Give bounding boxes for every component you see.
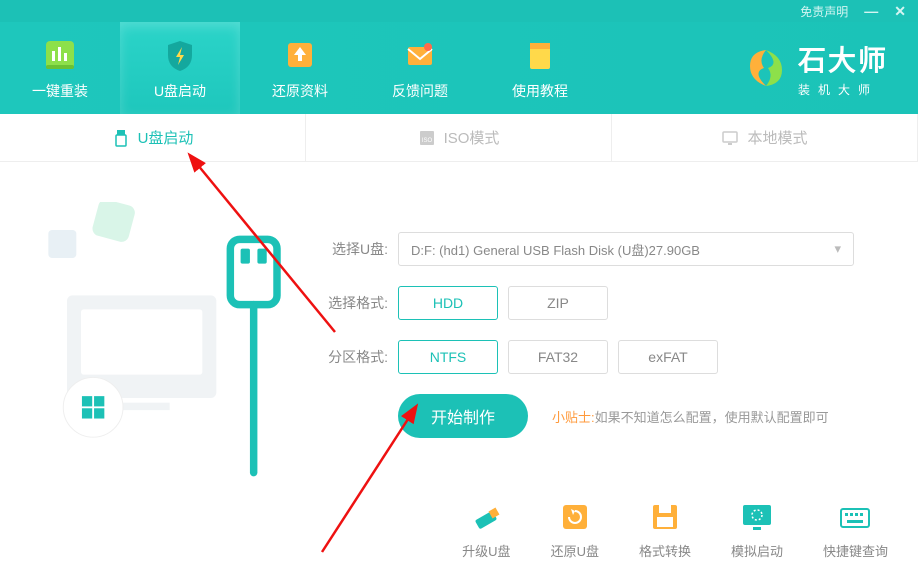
usb-select[interactable]: D:F: (hd1) General USB Flash Disk (U盘)27… [398, 232, 854, 266]
monitor-icon [739, 499, 775, 535]
monitor-icon [721, 129, 739, 147]
usb-select-label: 选择U盘: [318, 239, 388, 259]
main-header: 一键重装 U盘启动 还原资料 反馈问题 使用教程 石大师 装机大师 [0, 22, 918, 114]
brand-subtitle: 装机大师 [798, 81, 888, 98]
usb-select-value: D:F: (hd1) General USB Flash Disk (U盘)27… [411, 240, 700, 259]
start-create-button[interactable]: 开始制作 [398, 394, 528, 438]
tab-local[interactable]: 本地模式 [612, 114, 918, 161]
partition-label: 分区格式: [318, 347, 388, 367]
usb-illustration [40, 202, 290, 482]
usb-icon [112, 129, 130, 147]
tip-label: 小贴士: [552, 410, 595, 425]
book-icon [520, 35, 560, 75]
format-option-hdd[interactable]: HDD [398, 286, 498, 320]
tip-text: 小贴士:如果不知道怎么配置，使用默认配置即可 [552, 407, 829, 426]
nav-reinstall[interactable]: 一键重装 [0, 22, 120, 114]
envelope-icon [400, 35, 440, 75]
logo-icon [744, 46, 788, 90]
svg-text:ISO: ISO [421, 138, 432, 144]
nav-label: 一键重装 [32, 81, 88, 101]
nav-label: 还原资料 [272, 81, 328, 101]
format-option-zip[interactable]: ZIP [508, 286, 608, 320]
nav-label: 使用教程 [512, 81, 568, 101]
tool-hotkey-query[interactable]: 快捷键查询 [823, 499, 888, 560]
shield-lightning-icon [160, 35, 200, 75]
nav-label: 反馈问题 [392, 81, 448, 101]
main-panel: 选择U盘: D:F: (hd1) General USB Flash Disk … [0, 162, 918, 578]
bottom-toolbar: 升级U盘 还原U盘 格式转换 模拟启动 快捷键查询 [462, 499, 888, 560]
partition-option-ntfs[interactable]: NTFS [398, 340, 498, 374]
close-button[interactable]: ✕ [894, 3, 906, 20]
brand-logo: 石大师 装机大师 [744, 22, 918, 114]
brand-title: 石大师 [798, 39, 888, 79]
format-label: 选择格式: [318, 293, 388, 313]
tool-format-convert[interactable]: 格式转换 [639, 499, 691, 560]
tool-simulate-boot[interactable]: 模拟启动 [731, 499, 783, 560]
floppy-icon [647, 499, 683, 535]
tool-label: 格式转换 [639, 541, 691, 560]
minimize-button[interactable]: — [864, 3, 878, 19]
bar-chart-icon [40, 35, 80, 75]
tool-restore-usb[interactable]: 还原U盘 [551, 499, 599, 560]
usb-stick-icon [468, 499, 504, 535]
partition-option-fat32[interactable]: FAT32 [508, 340, 608, 374]
tab-label: U盘启动 [138, 127, 194, 148]
tab-iso[interactable]: ISO ISO模式 [306, 114, 612, 161]
tab-label: ISO模式 [444, 127, 500, 148]
tool-label: 升级U盘 [462, 541, 510, 560]
upload-box-icon [280, 35, 320, 75]
config-form: 选择U盘: D:F: (hd1) General USB Flash Disk … [318, 232, 878, 438]
disclaimer-link[interactable]: 免责声明 [800, 3, 848, 20]
tool-label: 模拟启动 [731, 541, 783, 560]
nav-restore[interactable]: 还原资料 [240, 22, 360, 114]
nav-label: U盘启动 [154, 81, 206, 101]
nav-usb-boot[interactable]: U盘启动 [120, 22, 240, 114]
restore-icon [557, 499, 593, 535]
partition-option-exfat[interactable]: exFAT [618, 340, 718, 374]
tool-label: 快捷键查询 [823, 541, 888, 560]
tool-upgrade-usb[interactable]: 升级U盘 [462, 499, 510, 560]
tool-label: 还原U盘 [551, 541, 599, 560]
nav-tutorial[interactable]: 使用教程 [480, 22, 600, 114]
tab-usb-boot[interactable]: U盘启动 [0, 114, 306, 161]
iso-icon: ISO [418, 129, 436, 147]
tab-label: 本地模式 [747, 127, 807, 148]
chevron-down-icon: ▾ [834, 241, 841, 257]
keyboard-icon [837, 499, 873, 535]
mode-tabs: U盘启动 ISO ISO模式 本地模式 [0, 114, 918, 162]
nav-feedback[interactable]: 反馈问题 [360, 22, 480, 114]
window-titlebar: 免责声明 — ✕ [0, 0, 918, 22]
